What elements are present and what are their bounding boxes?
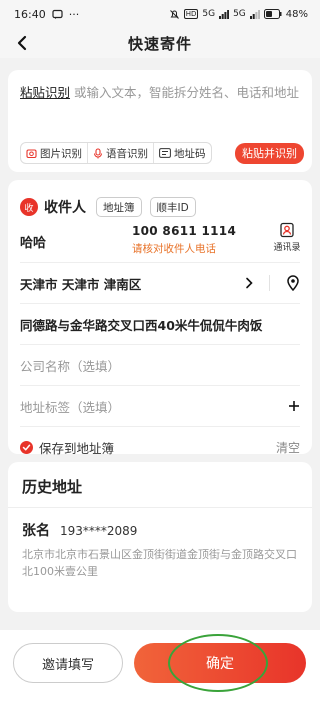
status-time: 16:40	[14, 7, 46, 21]
signal-5g-a: 5G	[202, 9, 216, 19]
battery-icon	[263, 9, 282, 19]
battery-percent: 48%	[285, 8, 308, 20]
chevron-left-icon	[17, 35, 27, 51]
signal-bars-icon-2	[249, 9, 260, 19]
network-hd-badge: HD	[183, 9, 199, 19]
clear-actions: 清空	[276, 427, 300, 467]
recipient-phone-input[interactable]: 100 8611 1114	[132, 224, 236, 238]
paste-and-recognize-button[interactable]: 粘贴并识别	[235, 142, 304, 164]
recipient-name-input[interactable]: 哈哈	[20, 232, 46, 251]
status-right: HD 5G 5G 48%	[169, 9, 308, 20]
signal-5g-b: 5G	[233, 9, 246, 19]
region-value: 天津市 天津市 津南区	[20, 276, 142, 292]
tag-actions	[288, 386, 300, 426]
signal-bars-icon	[219, 9, 230, 19]
history-entry[interactable]: 张名 193****2089 北京市北京市石景山区金顶街街道金顶街与金顶路交叉口…	[22, 508, 298, 580]
company-name-input[interactable]: 公司名称（选填）	[8, 345, 312, 385]
history-address: 北京市北京市石景山区金顶街街道金顶街与金顶路交叉口北100米壹公里	[22, 548, 297, 578]
history-title: 历史地址	[22, 478, 83, 496]
address-code-icon	[159, 148, 171, 158]
recipient-label: 收件人	[44, 200, 86, 216]
chevron-right-icon	[246, 277, 253, 289]
recipient-card: 收 收件人 地址簿 顺丰ID 哈哈 100 8611 1114 请核对收件人电话…	[8, 180, 312, 456]
phone-warning: 请核对收件人电话	[132, 243, 216, 255]
paste-recognition-card: 粘贴识别 或输入文本，智能拆分姓名、电话和地址 图片识别 语音识别 地址码 粘贴…	[8, 70, 312, 172]
paste-recognize-link[interactable]: 粘贴识别	[20, 85, 70, 100]
save-to-address-book-toggle[interactable]: 保存到地址簿 清空	[8, 427, 312, 467]
nav-bar: 快速寄件	[0, 28, 320, 58]
tag-placeholder: 地址标签（选填）	[20, 399, 121, 415]
contacts-label: 通讯录	[273, 243, 301, 253]
plus-icon[interactable]	[288, 400, 300, 412]
bottom-action-bar: 邀请填写 确定	[0, 630, 320, 711]
vertical-divider	[269, 275, 270, 291]
company-placeholder: 公司名称（选填）	[20, 358, 121, 374]
status-left: 16:40 ···	[14, 8, 79, 21]
history-address-card: 历史地址 张名 193****2089 北京市北京市石景山区金顶街街道金顶街与金…	[8, 462, 312, 612]
status-bar: 16:40 ··· HD 5G 5G 48%	[0, 0, 320, 28]
paste-input[interactable]: 粘贴识别 或输入文本，智能拆分姓名、电话和地址	[20, 84, 300, 102]
confirm-button[interactable]: 确定	[134, 643, 306, 683]
sf-id-button[interactable]: 顺丰ID	[149, 197, 196, 217]
message-icon	[52, 9, 63, 20]
voice-recognition-button[interactable]: 语音识别	[88, 143, 154, 163]
save-to-address-book-label: 保存到地址簿	[39, 440, 115, 456]
paste-tools: 图片识别 语音识别 地址码 粘贴并识别	[20, 142, 304, 164]
page-title: 快速寄件	[127, 34, 192, 53]
microphone-icon	[94, 147, 102, 158]
image-icon	[26, 148, 37, 158]
back-button[interactable]	[10, 31, 34, 55]
status-more: ···	[68, 7, 80, 21]
address-book-button[interactable]: 地址簿	[96, 197, 142, 217]
checkmark-icon	[20, 440, 33, 454]
address-tag-input[interactable]: 地址标签（选填）	[8, 386, 312, 426]
address-code-label: 地址码	[174, 147, 206, 160]
location-pin-icon[interactable]	[286, 275, 300, 291]
mute-bell-icon	[169, 9, 180, 20]
history-name: 张名	[22, 523, 50, 539]
invite-fill-button[interactable]: 邀请填写	[13, 643, 123, 683]
voice-recognition-label: 语音识别	[106, 147, 148, 160]
history-entry-header: 张名 193****2089	[22, 520, 298, 540]
address-code-button[interactable]: 地址码	[154, 143, 211, 163]
history-phone: 193****2089	[60, 524, 138, 538]
recognition-tool-group: 图片识别 语音识别 地址码	[20, 142, 212, 164]
image-recognition-button[interactable]: 图片识别	[21, 143, 88, 163]
recipient-header: 收 收件人 地址簿 顺丰ID	[8, 180, 312, 220]
image-recognition-label: 图片识别	[40, 147, 82, 160]
detail-address-input[interactable]: 同德路与金华路交叉口西40米牛侃侃牛肉饭	[8, 304, 312, 344]
recipient-name-phone-row: 哈哈 100 8611 1114 请核对收件人电话 通讯录	[8, 220, 312, 262]
region-selector[interactable]: 天津市 天津市 津南区	[8, 263, 312, 303]
clear-button[interactable]: 清空	[276, 439, 300, 456]
detail-address-value: 同德路与金华路交叉口西40米牛侃侃牛肉饭	[20, 317, 263, 333]
region-actions	[245, 263, 300, 303]
paste-placeholder: 或输入文本，智能拆分姓名、电话和地址	[74, 85, 300, 100]
contacts-icon	[280, 222, 294, 238]
recipient-badge: 收	[20, 198, 38, 216]
contacts-button[interactable]: 通讯录	[272, 222, 302, 253]
